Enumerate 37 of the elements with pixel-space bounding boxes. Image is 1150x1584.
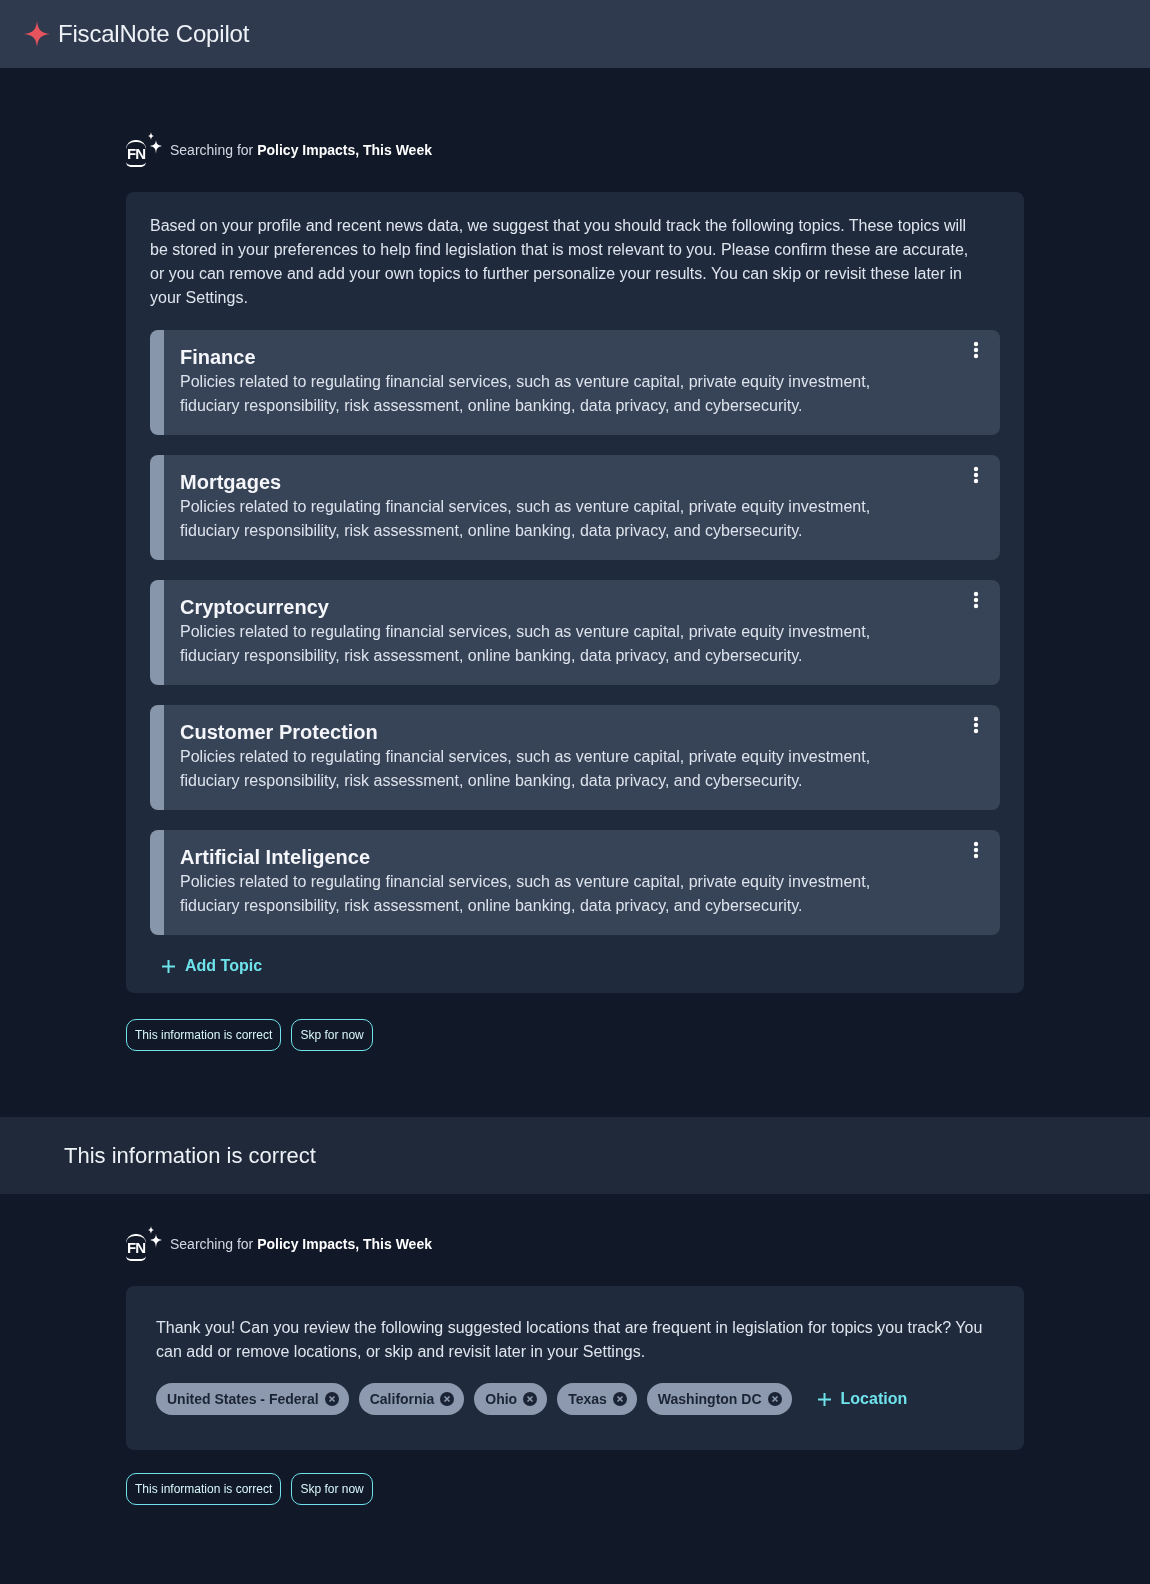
topic-title: Mortgages: [180, 470, 283, 495]
chip-label: Washington DC: [657, 1391, 762, 1407]
suggestion-button[interactable]: Skp for now: [291, 1019, 373, 1051]
topic-description: Policies related to regulating financial services, such as venture capital, private equity investment, fiduciary responsibility, risk assessment, online banking, data privacy, and cybersecurity.: [180, 747, 872, 791]
plus-icon: [817, 1392, 831, 1406]
chip-label: Ohio: [485, 1391, 518, 1407]
fn-logo: FN: [126, 140, 146, 167]
search-status: Searching for Policy Impacts, This Week: [170, 142, 432, 158]
topic-description: Policies related to regulating financial services, such as venture capital, private equity investment, fiduciary responsibility, risk assessment, online banking, data privacy, and cybersecurity.: [180, 872, 872, 916]
chip-label: California: [369, 1391, 435, 1407]
chip-label: Texas: [568, 1391, 607, 1407]
fn-logo: FN: [126, 1234, 146, 1261]
message-text: Thank you! Can you review the following suggested locations that are frequent in legislation for topics you track? You can add or remove locations, or skip and revisit later in your Settings.: [156, 1318, 984, 1362]
remove-icon[interactable]: [324, 1392, 339, 1406]
remove-icon[interactable]: [612, 1392, 627, 1406]
suggestion-button[interactable]: Skp for now: [291, 1473, 373, 1505]
topic-description: Policies related to regulating financial services, such as venture capital, private equity investment, fiduciary responsibility, risk assessment, online banking, data privacy, and cybersecurity.: [180, 372, 872, 416]
search-status: Searching for Policy Impacts, This Week: [170, 1236, 432, 1252]
remove-icon[interactable]: [767, 1392, 782, 1406]
topic-title: Finance: [180, 345, 257, 370]
plus-icon: [162, 959, 175, 973]
remove-icon[interactable]: [523, 1392, 538, 1406]
add-location-button[interactable]: Location: [805, 1382, 920, 1416]
suggestion-button[interactable]: This information is correct: [126, 1019, 282, 1051]
chip-label: United States - Federal: [167, 1391, 319, 1407]
suggestion-button[interactable]: This information is correct: [126, 1473, 282, 1505]
message-text: Based on your profile and recent news data, we suggest that you should track the following topics. These topics will be stored in your preferences to help find legislation that is most relevant to you. Please confirm these are accurate, or you can remove and add your own topics to further personalize your results. You can skip or revisit these later in your Settings.: [150, 216, 970, 308]
topic-description: Policies related to regulating financial services, such as venture capital, private equity investment, fiduciary responsibility, risk assessment, online banking, data privacy, and cybersecurity.: [180, 497, 872, 541]
sparkle-icon: [24, 21, 50, 47]
app-title: FiscalNote Copilot: [58, 20, 250, 48]
add-topic-button[interactable]: Add Topic: [150, 949, 275, 983]
topic-title: Cryptocurrency: [180, 595, 330, 620]
topic-title: Artificial Inteligence: [180, 845, 372, 870]
remove-icon[interactable]: [440, 1392, 455, 1406]
topic-description: Policies related to regulating financial services, such as venture capital, private equity investment, fiduciary responsibility, risk assessment, online banking, data privacy, and cybersecurity.: [180, 622, 872, 666]
user-reply-text: This information is correct: [64, 1142, 316, 1169]
topic-title: Customer Protection: [180, 720, 379, 745]
